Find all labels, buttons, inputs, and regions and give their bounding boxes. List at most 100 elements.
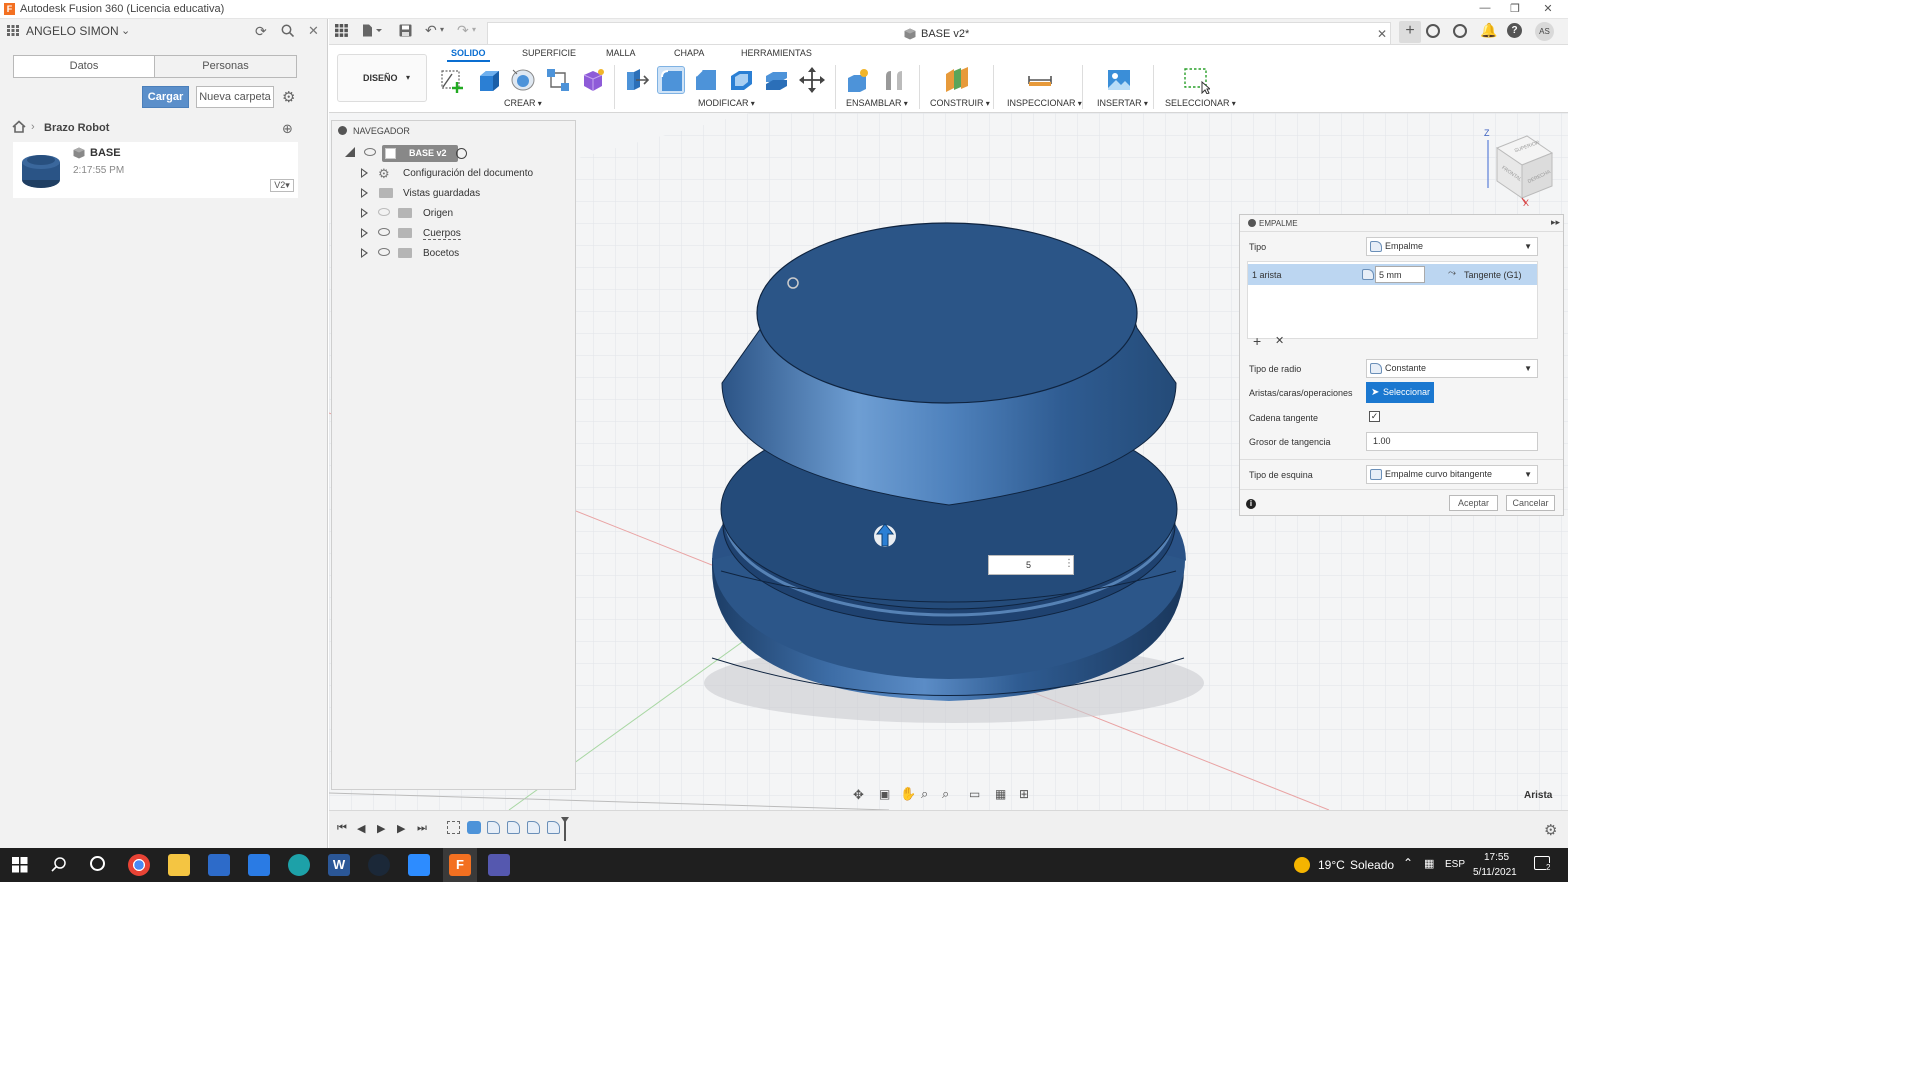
- fit-icon[interactable]: ⌕: [942, 786, 949, 802]
- document-tab[interactable]: BASE v2* ✕: [487, 22, 1391, 44]
- search-icon[interactable]: [281, 24, 295, 40]
- tab-malla[interactable]: MALLA: [606, 48, 636, 58]
- fillet-icon[interactable]: [657, 66, 685, 94]
- go-to-start-icon[interactable]: ⏮: [337, 822, 347, 835]
- orbit-icon[interactable]: ✥: [853, 787, 864, 803]
- breadcrumb[interactable]: Brazo Robot: [44, 122, 109, 134]
- expand-triangle-icon[interactable]: [361, 168, 368, 178]
- user-name[interactable]: ANGELO SIMON: [26, 24, 119, 38]
- insert-image-icon[interactable]: [1105, 66, 1133, 94]
- select-window-icon[interactable]: [1182, 66, 1212, 95]
- more-options-icon[interactable]: ⋮: [1064, 558, 1074, 569]
- eye-icon[interactable]: [378, 228, 390, 236]
- group-ensamblar[interactable]: ENSAMBLAR: [846, 98, 908, 108]
- nav-item-saved-views[interactable]: Vistas guardadas: [332, 184, 577, 204]
- new-folder-button[interactable]: Nueva carpeta: [196, 86, 274, 108]
- expand-dialog-icon[interactable]: ▸▸: [1551, 217, 1560, 228]
- zoom-icon[interactable]: [408, 854, 430, 876]
- select-edges-button[interactable]: ➤ Seleccionar: [1366, 382, 1434, 403]
- look-at-icon[interactable]: ▣: [879, 787, 890, 801]
- network-icon[interactable]: ▦: [1424, 857, 1434, 870]
- weather-temp[interactable]: 19°C: [1318, 858, 1345, 872]
- cortana-icon[interactable]: [90, 856, 105, 871]
- play-icon[interactable]: ▶: [377, 822, 385, 835]
- clock-time[interactable]: 17:55: [1484, 852, 1509, 863]
- remove-rule-icon[interactable]: ✕: [1275, 334, 1284, 347]
- edge-row[interactable]: 1 arista 5 mm ⤳ Tangente (G1): [1248, 264, 1537, 285]
- form-icon[interactable]: [579, 66, 607, 94]
- file-menu-icon[interactable]: [362, 24, 382, 40]
- notifications-bell-icon[interactable]: 🔔: [1480, 22, 1497, 39]
- group-crear[interactable]: CREAR: [504, 98, 542, 108]
- timeline-revolve-icon[interactable]: [467, 821, 481, 834]
- expanded-triangle-icon[interactable]: [345, 147, 355, 157]
- workspace-switcher[interactable]: DISEÑO ▾: [337, 54, 427, 102]
- help-icon[interactable]: ?: [1507, 23, 1522, 38]
- weather-sun-icon[interactable]: [1294, 857, 1310, 873]
- tray-chevron-up-icon[interactable]: ⌃: [1403, 856, 1413, 870]
- undo-dropdown-icon[interactable]: ▾: [440, 25, 444, 34]
- tab-personas[interactable]: Personas: [154, 55, 297, 78]
- draft-icon[interactable]: [762, 66, 790, 94]
- eye-icon[interactable]: [378, 248, 390, 256]
- close-panel-icon[interactable]: ✕: [308, 23, 319, 39]
- tab-superficie[interactable]: SUPERFICIE: [522, 48, 576, 58]
- step-forward-icon[interactable]: ▶: [397, 822, 405, 835]
- shell-icon[interactable]: [727, 66, 755, 94]
- ok-button[interactable]: Aceptar: [1449, 495, 1498, 511]
- joint-icon[interactable]: [880, 66, 908, 94]
- grid-settings-icon[interactable]: ▦: [995, 787, 1006, 801]
- store-icon[interactable]: [208, 854, 230, 876]
- add-rule-icon[interactable]: +: [1253, 333, 1261, 349]
- redo-icon[interactable]: ↷: [457, 22, 469, 39]
- close-tab-icon[interactable]: ✕: [1377, 27, 1387, 41]
- upload-button[interactable]: Cargar: [142, 86, 189, 108]
- revolve-icon[interactable]: [509, 66, 537, 94]
- type-select[interactable]: Empalme ▼: [1366, 237, 1538, 256]
- show-data-panel-icon[interactable]: [335, 24, 348, 40]
- group-inspeccionar[interactable]: INSPECCIONAR: [1007, 98, 1082, 108]
- expand-triangle-icon[interactable]: [361, 188, 368, 198]
- close-window-button[interactable]: ✕: [1533, 2, 1563, 17]
- file-card[interactable]: BASE 2:17:55 PM V2▾: [13, 142, 298, 198]
- pan-hand-icon[interactable]: ✋: [900, 786, 916, 802]
- tangent-chain-checkbox[interactable]: ✓: [1369, 411, 1380, 422]
- create-sketch-icon[interactable]: [439, 66, 467, 94]
- job-status-icon[interactable]: [1453, 24, 1467, 38]
- cancel-button[interactable]: Cancelar: [1506, 495, 1555, 511]
- press-pull-icon[interactable]: [622, 66, 650, 94]
- undo-icon[interactable]: ↶: [425, 22, 437, 39]
- new-tab-icon[interactable]: +: [1399, 21, 1421, 43]
- viewports-icon[interactable]: ⊞: [1019, 787, 1029, 801]
- eye-icon[interactable]: [364, 148, 376, 156]
- timeline-settings-gear-icon[interactable]: ⚙: [1544, 821, 1557, 839]
- file-explorer-icon[interactable]: [168, 854, 190, 876]
- fusion360-taskbar-icon[interactable]: F: [449, 854, 471, 876]
- chamfer-icon[interactable]: [692, 66, 720, 94]
- collapse-icon[interactable]: [338, 126, 347, 135]
- go-to-end-icon[interactable]: ⏭: [417, 822, 427, 835]
- search-icon[interactable]: [51, 856, 67, 875]
- timeline-fillet-icon[interactable]: [487, 821, 500, 834]
- timeline-fillet-icon[interactable]: [547, 821, 560, 834]
- group-modificar[interactable]: MODIFICAR: [698, 98, 755, 108]
- corner-type-select[interactable]: Empalme curvo bitangente ▼: [1366, 465, 1538, 484]
- view-cube[interactable]: Z X SUPERIOR FRONTAL DERECHA: [1472, 128, 1562, 213]
- group-seleccionar[interactable]: SELECCIONAR: [1165, 98, 1236, 108]
- tab-herramientas[interactable]: HERRAMIENTAS: [741, 48, 812, 58]
- chevron-down-icon[interactable]: ⌄: [121, 24, 130, 37]
- refresh-icon[interactable]: ⟳: [255, 23, 267, 40]
- chrome-icon[interactable]: [128, 854, 150, 876]
- step-back-icon[interactable]: ◀: [357, 822, 365, 835]
- radius-input[interactable]: 5 mm: [1375, 266, 1425, 283]
- expand-triangle-icon[interactable]: [361, 208, 368, 218]
- word-icon[interactable]: W: [328, 854, 350, 876]
- measure-icon[interactable]: [1026, 66, 1054, 94]
- tab-solido[interactable]: SOLIDO: [447, 48, 489, 62]
- eye-hidden-icon[interactable]: [378, 208, 390, 216]
- teams-icon[interactable]: [488, 854, 510, 876]
- maximize-button[interactable]: ❐: [1500, 2, 1530, 17]
- timeline-fillet-icon[interactable]: [507, 821, 520, 834]
- nav-item-origin[interactable]: Origen: [332, 204, 577, 224]
- move-copy-icon[interactable]: [798, 66, 826, 94]
